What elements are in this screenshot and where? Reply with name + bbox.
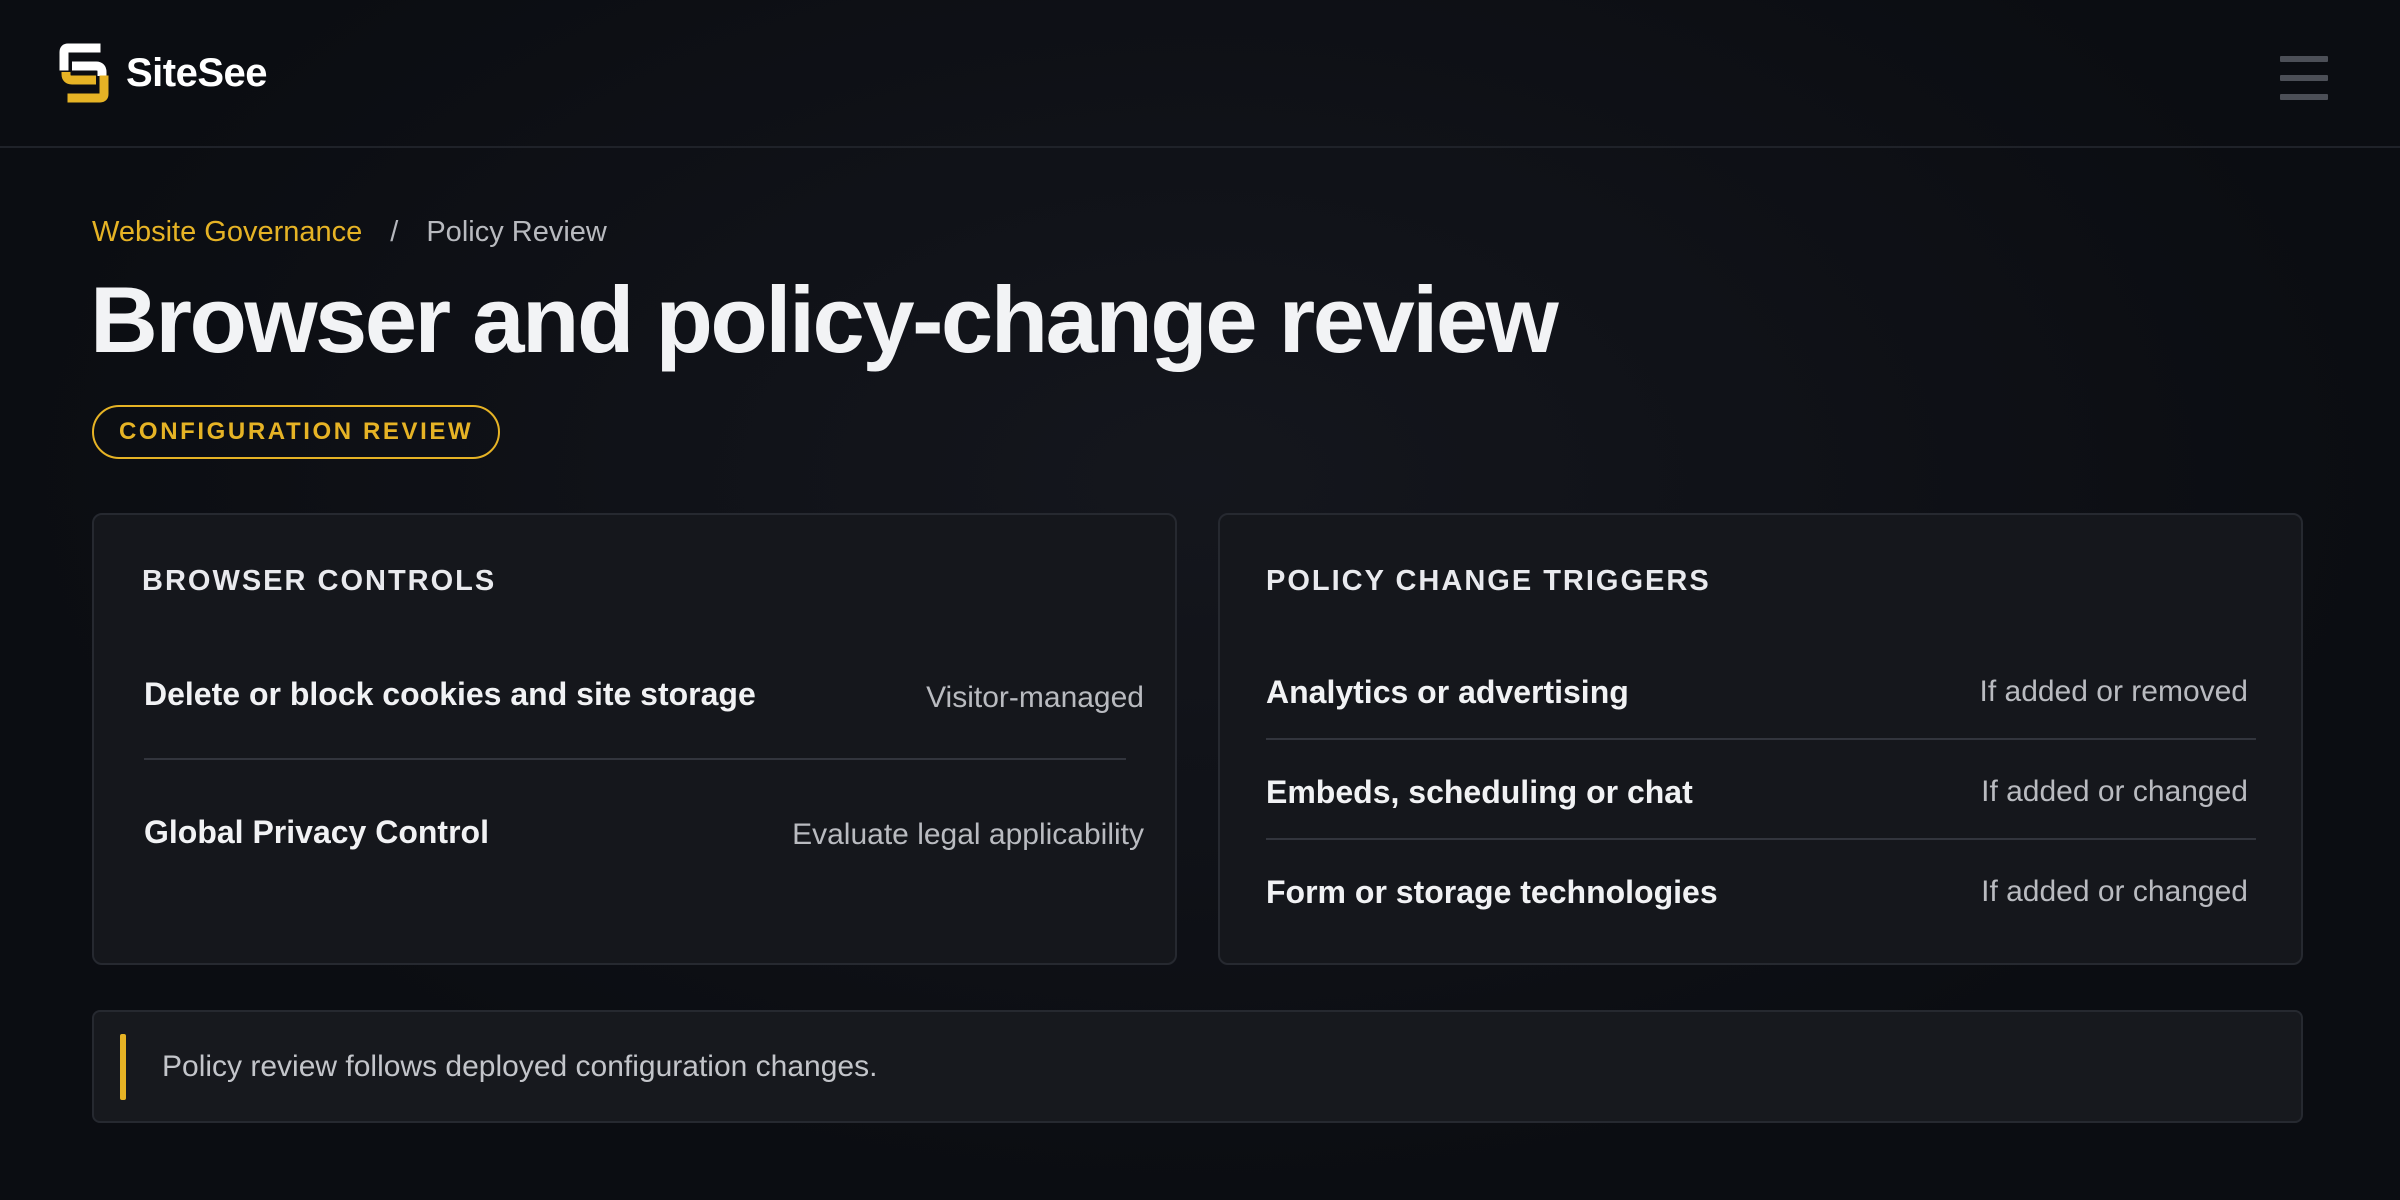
breadcrumb-separator: /: [390, 215, 399, 248]
page-title: Browser and policy-change review: [90, 267, 1559, 372]
row-value: Evaluate legal applicability: [792, 818, 1144, 851]
menu-bar: [2280, 94, 2328, 100]
row-label: Delete or block cookies and site storage: [144, 675, 756, 712]
row-value: If added or removed: [1979, 675, 2249, 708]
row-label: Analytics or advertising: [1266, 673, 1629, 710]
list-item: Analytics or advertising If added or rem…: [1266, 671, 2248, 713]
hamburger-menu-icon[interactable]: [2280, 56, 2330, 100]
list-item: Embeds, scheduling or chat If added or c…: [1266, 771, 2248, 813]
row-label: Form or storage technologies: [1266, 873, 1718, 910]
menu-bar: [2280, 56, 2328, 62]
divider: [1266, 838, 2256, 840]
divider: [144, 758, 1126, 760]
sitesee-logo-icon: [59, 43, 109, 103]
row-value: Visitor-managed: [926, 681, 1144, 714]
page: SiteSee Website Governance / Policy Revi…: [0, 0, 2400, 1200]
breadcrumb-current: Policy Review: [426, 215, 607, 248]
status-badge: CONFIGURATION REVIEW: [92, 405, 501, 459]
menu-bar: [2280, 75, 2328, 81]
list-item: Form or storage technologies If added or…: [1266, 871, 2248, 913]
list-item: Delete or block cookies and site storage…: [144, 673, 1144, 715]
browser-controls-card: BROWSER CONTROLS Delete or block cookies…: [92, 513, 1177, 965]
list-item: Global Privacy Control Evaluate legal ap…: [144, 811, 1144, 853]
note-accent-bar: [120, 1034, 126, 1100]
info-note: Policy review follows deployed configura…: [92, 1010, 2303, 1123]
brand-name: SiteSee: [126, 50, 268, 95]
top-bar: SiteSee: [0, 0, 2400, 148]
row-value: If added or changed: [1981, 775, 2248, 808]
row-label: Embeds, scheduling or chat: [1266, 773, 1693, 810]
card-heading: BROWSER CONTROLS: [142, 565, 497, 597]
row-label: Global Privacy Control: [144, 813, 489, 850]
card-heading: POLICY CHANGE TRIGGERS: [1266, 565, 1711, 597]
note-text: Policy review follows deployed configura…: [162, 1049, 878, 1083]
divider: [1266, 738, 2256, 740]
breadcrumb-website-governance[interactable]: Website Governance: [92, 216, 362, 249]
brand[interactable]: SiteSee: [56, 40, 268, 106]
breadcrumb: Website Governance / Policy Review: [92, 212, 607, 252]
row-value: If added or changed: [1981, 875, 2248, 908]
policy-change-triggers-card: POLICY CHANGE TRIGGERS Analytics or adve…: [1218, 513, 2303, 965]
